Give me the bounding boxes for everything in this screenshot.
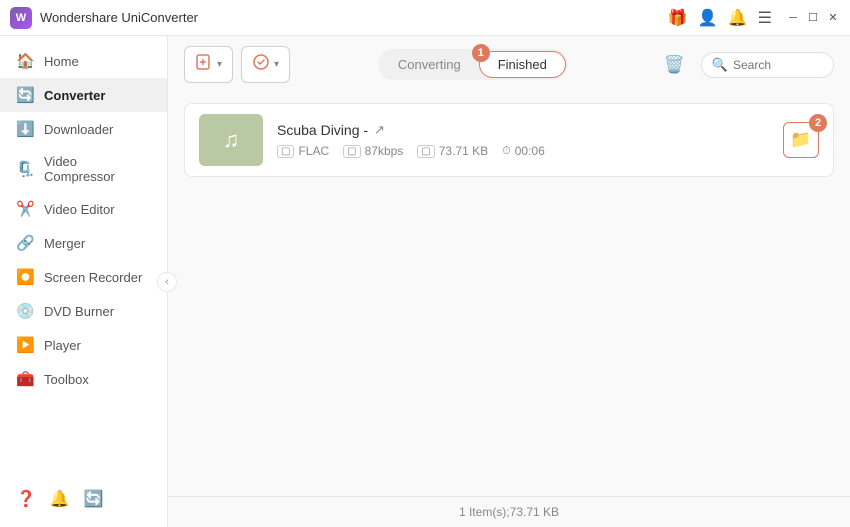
sidebar-label-toolbox: Toolbox — [44, 372, 89, 387]
file-info: Scuba Diving - ↗ ▢ FLAC ▢ 87kbps — [277, 122, 769, 158]
search-box: 🔍 — [701, 52, 834, 78]
titlebar-left: W Wondershare UniConverter — [10, 7, 198, 29]
file-bitrate: ▢ 87kbps — [343, 144, 403, 158]
bitrate-icon: ▢ — [343, 145, 360, 158]
sidebar-label-downloader: Downloader — [44, 122, 113, 137]
titlebar-right: 🎁 👤 🔔 ☰ ─ ☐ ✕ — [668, 8, 840, 28]
convert-icon — [252, 53, 270, 76]
format-icon: ▢ — [277, 145, 294, 158]
size-icon: ▢ — [417, 145, 434, 158]
home-icon: 🏠 — [16, 52, 34, 70]
video-editor-icon: ✂️ — [16, 200, 34, 218]
downloader-icon: ⬇️ — [16, 120, 34, 138]
duration-icon: ⏱ — [502, 145, 511, 158]
sidebar-label-merger: Merger — [44, 236, 85, 251]
app-icon: W — [10, 7, 32, 29]
file-list: ♫ Scuba Diving - ↗ ▢ FLAC ▢ 87 — [168, 93, 850, 496]
sidebar-label-video-editor: Video Editor — [44, 202, 115, 217]
add-file-chevron: ▾ — [217, 59, 222, 70]
merger-icon: 🔗 — [16, 234, 34, 252]
sidebar-item-converter[interactable]: 🔄 Converter — [0, 78, 167, 112]
tab-converting[interactable]: Converting — [380, 52, 479, 77]
sidebar-item-player[interactable]: ▶️ Player — [0, 328, 167, 362]
tab-badge: 1 — [472, 44, 490, 62]
sidebar-item-home[interactable]: 🏠 Home — [0, 44, 167, 78]
sidebar-item-video-compressor[interactable]: 🗜️ Video Compressor — [0, 146, 167, 192]
file-duration: ⏱ 00:06 — [502, 144, 545, 158]
file-name: Scuba Diving - ↗ — [277, 122, 769, 138]
add-file-button[interactable]: ▾ — [184, 46, 233, 83]
sidebar-label-screen-recorder: Screen Recorder — [44, 270, 142, 285]
folder-icon: 📁 — [790, 130, 811, 150]
search-icon: 🔍 — [712, 57, 728, 73]
file-meta: ▢ FLAC ▢ 87kbps ▢ 73.71 KB ⏱ — [277, 144, 769, 158]
toolbox-icon: 🧰 — [16, 370, 34, 388]
player-icon: ▶️ — [16, 336, 34, 354]
toolbar-left: ▾ ▾ — [184, 46, 290, 83]
sidebar-item-video-editor[interactable]: ✂️ Video Editor — [0, 192, 167, 226]
sidebar-label-home: Home — [44, 54, 79, 69]
sidebar-bottom: ❓ 🔔 🔄 — [0, 479, 167, 519]
notification-icon[interactable]: 🔔 — [50, 489, 70, 509]
file-action: 2 📁 — [783, 122, 819, 158]
tab-finished[interactable]: 1 Finished — [479, 51, 566, 78]
sidebar-label-player: Player — [44, 338, 81, 353]
main-layout: 🏠 Home 🔄 Converter ⬇️ Downloader 🗜️ Vide… — [0, 36, 850, 527]
dvd-burner-icon: 💿 — [16, 302, 34, 320]
window-controls: ─ ☐ ✕ — [786, 11, 840, 25]
table-row: ♫ Scuba Diving - ↗ ▢ FLAC ▢ 87 — [184, 103, 834, 177]
sidebar-item-merger[interactable]: 🔗 Merger — [0, 226, 167, 260]
sidebar-label-dvd-burner: DVD Burner — [44, 304, 114, 319]
sidebar-collapse-button[interactable]: ‹ — [157, 272, 177, 292]
gift-icon[interactable]: 🎁 — [668, 8, 688, 28]
file-thumbnail: ♫ — [199, 114, 263, 166]
close-button[interactable]: ✕ — [826, 11, 840, 25]
converter-icon: 🔄 — [16, 86, 34, 104]
sidebar-label-converter: Converter — [44, 88, 105, 103]
convert-button[interactable]: ▾ — [241, 46, 290, 83]
help-icon[interactable]: ❓ — [16, 489, 36, 509]
search-input[interactable] — [733, 58, 823, 72]
app-title: Wondershare UniConverter — [40, 10, 198, 25]
toolbar-right: 🗑️ 🔍 — [656, 51, 834, 79]
sidebar-item-toolbox[interactable]: 🧰 Toolbox — [0, 362, 167, 396]
convert-chevron: ▾ — [274, 59, 279, 70]
sidebar-label-video-compressor: Video Compressor — [44, 154, 151, 184]
file-format: ▢ FLAC — [277, 144, 329, 158]
sidebar: 🏠 Home 🔄 Converter ⬇️ Downloader 🗜️ Vide… — [0, 36, 168, 527]
maximize-button[interactable]: ☐ — [806, 11, 820, 25]
status-text: 1 Item(s);73.71 KB — [459, 505, 559, 519]
sidebar-item-screen-recorder[interactable]: ⏺️ Screen Recorder — [0, 260, 167, 294]
menu-icon[interactable]: ☰ — [758, 8, 772, 28]
titlebar: W Wondershare UniConverter 🎁 👤 🔔 ☰ ─ ☐ ✕ — [0, 0, 850, 36]
bell-icon[interactable]: 🔔 — [728, 8, 748, 28]
music-icon: ♫ — [223, 127, 240, 153]
user-icon[interactable]: 👤 — [698, 8, 718, 28]
content-area: ▾ ▾ Converting — [168, 36, 850, 527]
minimize-button[interactable]: ─ — [786, 11, 800, 25]
sync-icon[interactable]: 🔄 — [84, 489, 104, 509]
toolbar: ▾ ▾ Converting — [168, 36, 850, 93]
open-folder-button[interactable]: 2 📁 — [783, 122, 819, 158]
add-file-icon — [195, 53, 213, 76]
file-size: ▢ 73.71 KB — [417, 144, 488, 158]
sidebar-item-dvd-burner[interactable]: 💿 DVD Burner — [0, 294, 167, 328]
video-compressor-icon: 🗜️ — [16, 160, 34, 178]
badge-2: 2 — [809, 114, 827, 132]
screen-recorder-icon: ⏺️ — [16, 268, 34, 286]
trash-button[interactable]: 🗑️ — [656, 51, 693, 79]
sidebar-item-downloader[interactable]: ⬇️ Downloader — [0, 112, 167, 146]
status-bar: 1 Item(s);73.71 KB — [168, 496, 850, 527]
tab-bar: Converting 1 Finished — [378, 49, 568, 80]
file-open-icon[interactable]: ↗ — [374, 122, 385, 138]
